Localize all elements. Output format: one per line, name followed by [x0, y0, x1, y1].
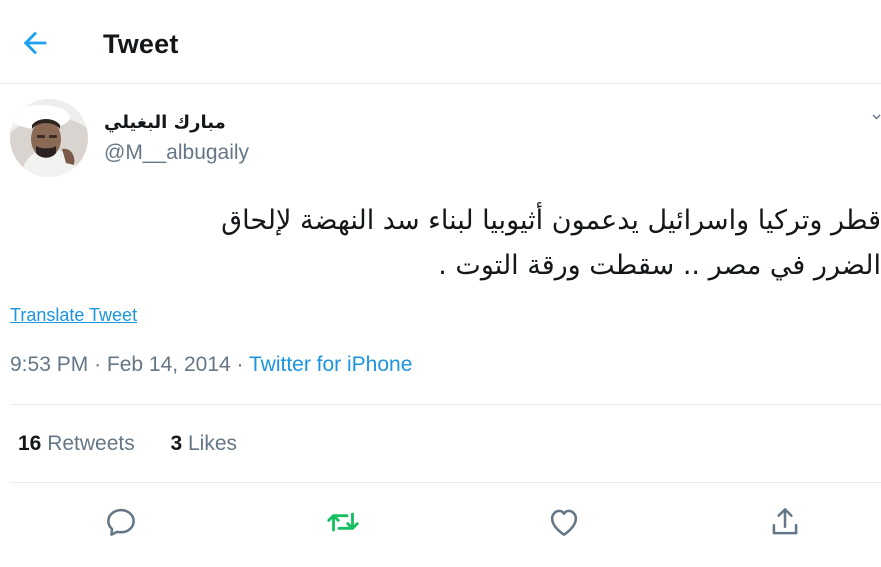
author-display-name[interactable]: مبارك البغيلي	[104, 111, 226, 135]
like-button[interactable]	[545, 503, 583, 541]
tweet-menu-button[interactable]	[872, 110, 881, 124]
retweets-label: Retweets	[47, 432, 135, 455]
page-title: Tweet	[103, 29, 179, 59]
arrow-left-icon	[23, 31, 47, 55]
divider	[10, 482, 881, 483]
divider	[10, 404, 881, 405]
profile-photo	[10, 99, 88, 177]
tweet-time[interactable]: 9:53 PM	[10, 353, 88, 376]
translate-tweet-link[interactable]: Translate Tweet	[10, 303, 137, 327]
chevron-down-icon	[872, 114, 881, 120]
author-handle[interactable]: @M__albugaily	[104, 140, 249, 166]
reply-icon	[107, 508, 135, 536]
likes-stat[interactable]: 3 Likes	[170, 430, 237, 458]
tweet-text-line-1: قطر وتركيا واسرائيل يدعمون أثيوبيا لبناء…	[221, 205, 881, 236]
share-icon	[772, 508, 798, 535]
retweet-icon	[327, 512, 359, 532]
tweet-actions	[0, 500, 881, 544]
likes-label: Likes	[187, 432, 237, 455]
retweet-button[interactable]	[324, 503, 362, 541]
top-bar: Tweet	[0, 0, 881, 84]
likes-count: 3	[170, 432, 183, 455]
tweet-metadata: 9:53 PM · Feb 14, 2014 · Twitter for iPh…	[10, 351, 412, 379]
tweet-text-line-2: الضرر في مصر .. سقطت ورقة التوت .	[438, 250, 881, 281]
share-button[interactable]	[766, 503, 804, 541]
tweet-date[interactable]: Feb 14, 2014	[107, 353, 231, 376]
tweet-text: قطر وتركيا واسرائيل يدعمون أثيوبيا لبناء…	[0, 198, 881, 288]
tweet-stats: 16 Retweets 3 Likes	[18, 430, 237, 458]
heart-icon	[550, 509, 578, 536]
retweets-count: 16	[18, 432, 42, 455]
tweet-source-link[interactable]: Twitter for iPhone	[249, 353, 412, 376]
back-button[interactable]	[18, 26, 52, 60]
meta-separator: ·	[236, 353, 244, 376]
retweets-stat[interactable]: 16 Retweets	[18, 430, 135, 458]
meta-separator: ·	[94, 353, 102, 376]
reply-button[interactable]	[102, 503, 140, 541]
avatar[interactable]	[10, 99, 88, 177]
